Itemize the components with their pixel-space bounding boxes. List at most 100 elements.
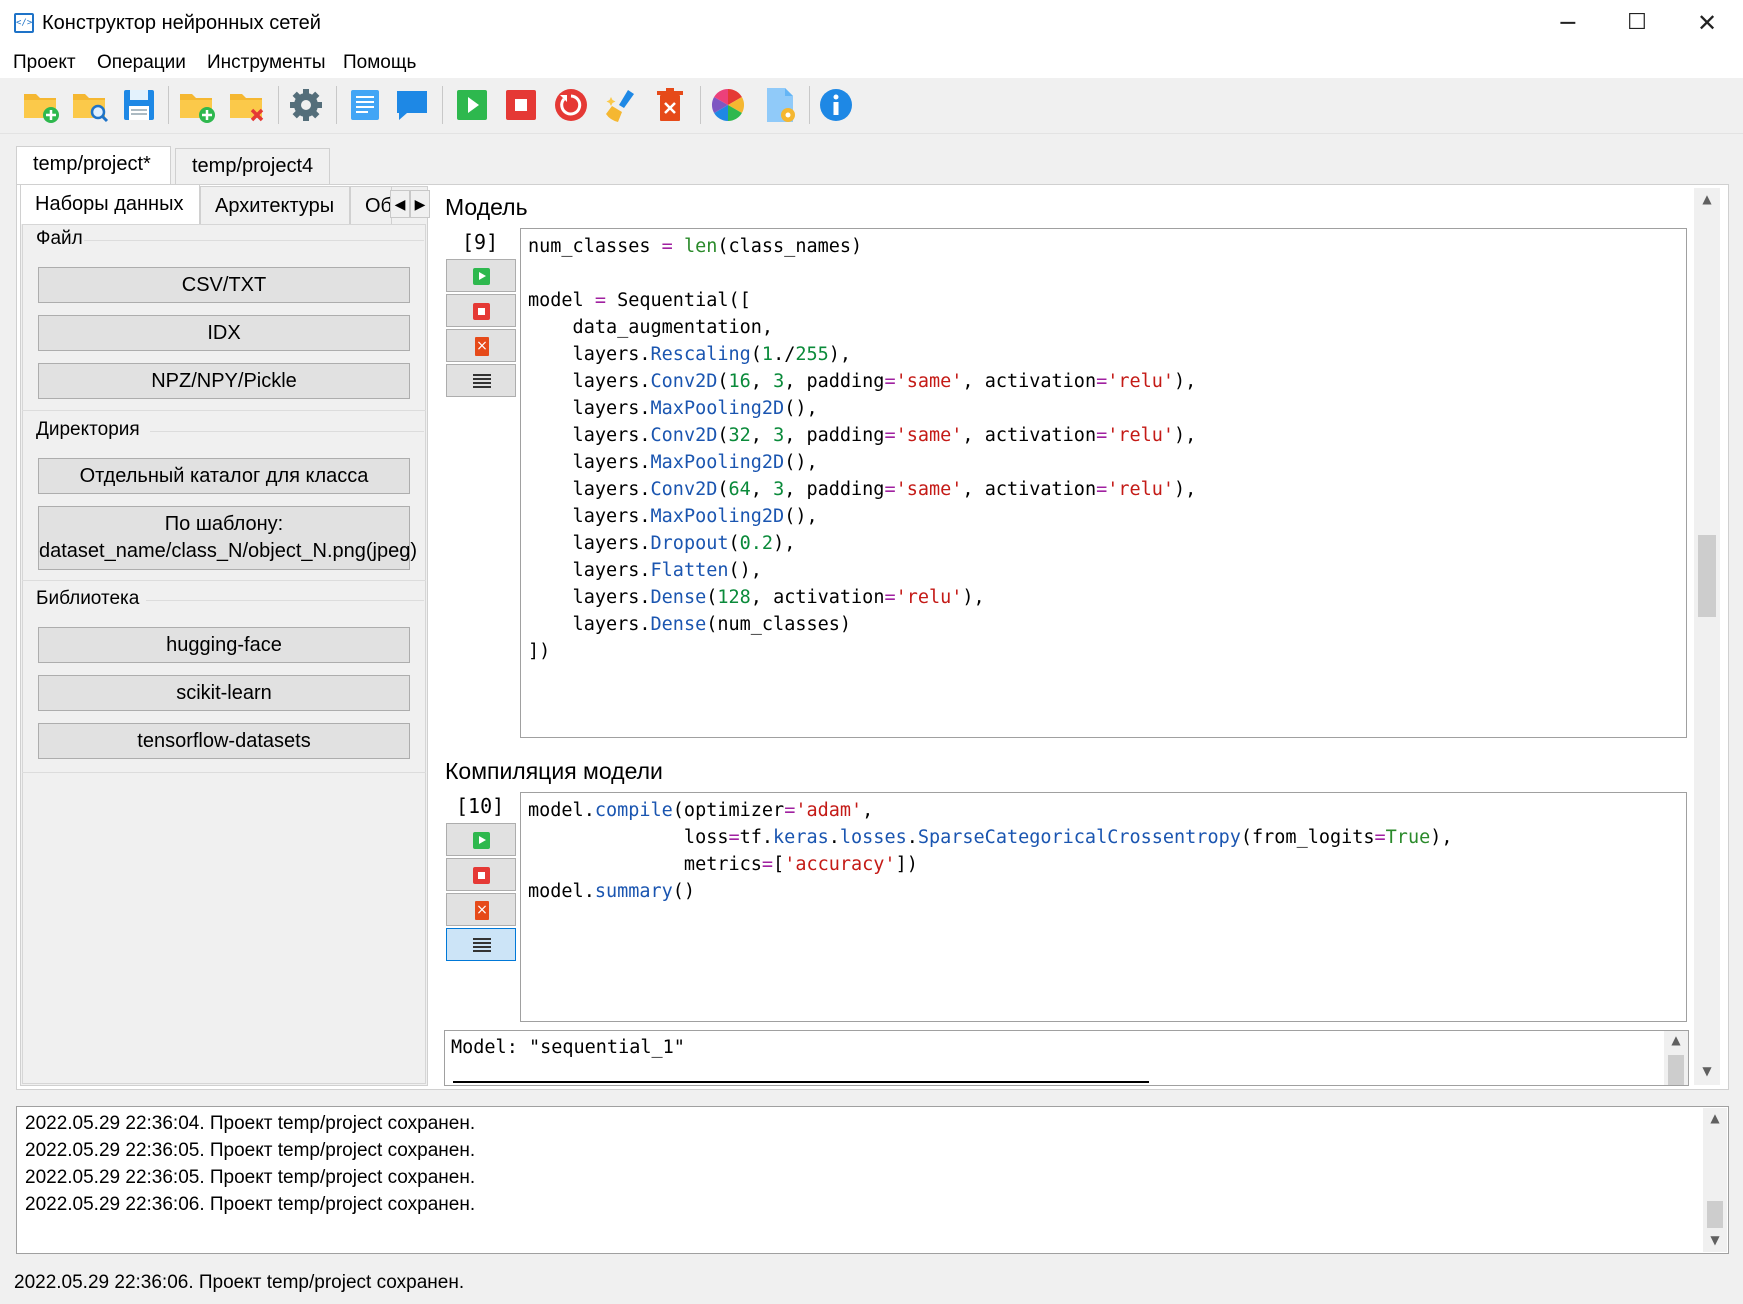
scroll-thumb[interactable]: [1707, 1201, 1723, 1228]
toolbar: [0, 78, 1743, 134]
notebook-scrollbar[interactable]: ▲ ▼: [1694, 188, 1720, 1085]
menu-project[interactable]: Проект: [13, 52, 76, 74]
tab-architectures[interactable]: Архитектуры: [200, 186, 350, 224]
delete-cell-button[interactable]: [446, 893, 516, 926]
tab-scroll-right-button[interactable]: ▶: [410, 190, 430, 218]
delete-folder-icon[interactable]: [228, 86, 266, 124]
list-icon: [473, 374, 491, 389]
scroll-up-arrow-icon[interactable]: ▲: [1664, 1033, 1688, 1047]
status-bar: 2022.05.29 22:36:06. Проект temp/project…: [0, 1262, 1743, 1304]
idx-button[interactable]: IDX: [38, 315, 410, 351]
stop-cell-button[interactable]: [446, 858, 516, 891]
csv-txt-button[interactable]: CSV/TXT: [38, 267, 410, 303]
tab-partial[interactable]: Об: [350, 186, 392, 224]
comment-icon[interactable]: [393, 86, 431, 124]
info-icon[interactable]: [817, 86, 855, 124]
maximize-button[interactable]: ☐: [1602, 0, 1672, 46]
run-cell-button[interactable]: [446, 259, 516, 292]
scroll-thumb[interactable]: [1698, 535, 1716, 617]
log-line: 2022.05.29 22:36:05. Проект temp/project…: [25, 1140, 476, 1161]
app-code-icon: </>: [14, 13, 34, 33]
template-button-line-2: dataset_name/class_N/object_N.png(jpeg): [39, 540, 417, 562]
log-line: 2022.05.29 22:36:04. Проект temp/project…: [25, 1113, 476, 1134]
code-text-2: model.compile(optimizer='adam', loss=tf.…: [528, 797, 1453, 905]
stop-icon: [473, 303, 490, 320]
code-line: num_classes = len(class_names): [528, 236, 863, 257]
npz-npy-pickle-button[interactable]: NPZ/NPY/Pickle: [38, 363, 410, 399]
code-line: loss=tf.keras.losses.SparseCategoricalCr…: [528, 827, 1453, 848]
tab-project-temp-project4[interactable]: temp/project4: [175, 148, 330, 184]
menu-help[interactable]: Помощь: [343, 52, 416, 74]
toolbar-separator: [168, 86, 169, 124]
close-button[interactable]: ✕: [1672, 0, 1742, 46]
minimize-button[interactable]: ─: [1533, 0, 1603, 46]
code-line: layers.MaxPooling2D(),: [528, 452, 818, 473]
toolbar-separator: [442, 86, 443, 124]
stop-cell-button[interactable]: [446, 294, 516, 327]
code-line: layers.Dense(num_classes): [528, 614, 852, 635]
tab-datasets[interactable]: Наборы данных: [20, 184, 200, 224]
scroll-down-arrow-icon[interactable]: ▼: [1694, 1064, 1720, 1078]
toggle-output-button[interactable]: [446, 928, 516, 961]
toolbar-separator: [700, 86, 701, 124]
code-editor[interactable]: num_classes = len(class_names) model = S…: [520, 228, 1687, 738]
code-line: layers.Conv2D(16, 3, padding='same', act…: [528, 371, 1197, 392]
cell-title-compile: Компиляция модели: [445, 758, 663, 784]
log-line: 2022.05.29 22:36:06. Проект temp/project…: [25, 1194, 476, 1215]
hugging-face-button[interactable]: hugging-face: [38, 627, 410, 663]
delete-icon[interactable]: [651, 86, 689, 124]
play-icon: [473, 832, 490, 849]
log-panel[interactable]: 2022.05.29 22:36:04. Проект temp/project…: [16, 1106, 1729, 1254]
code-line: layers.Conv2D(32, 3, padding='same', act…: [528, 425, 1197, 446]
scroll-up-arrow-icon[interactable]: ▲: [1703, 1111, 1727, 1125]
log-scrollbar[interactable]: ▲ ▼: [1703, 1108, 1727, 1252]
save-icon[interactable]: [120, 86, 158, 124]
group-title-file: Файл: [36, 228, 83, 249]
tab-scroll-left-button[interactable]: ◀: [390, 190, 410, 218]
menu-operations[interactable]: Операции: [97, 52, 186, 74]
run-icon[interactable]: [453, 86, 491, 124]
run-cell-button[interactable]: [446, 823, 516, 856]
group-divider: [22, 772, 426, 773]
group-divider: [22, 580, 426, 581]
code-text: num_classes = len(class_names) model = S…: [528, 233, 1196, 665]
separate-class-folder-button[interactable]: Отдельный каталог для класса: [38, 458, 410, 494]
file-settings-icon[interactable]: [761, 86, 799, 124]
open-folder-icon[interactable]: [71, 86, 109, 124]
trash-icon: [475, 337, 489, 356]
scroll-up-arrow-icon[interactable]: ▲: [1694, 192, 1720, 206]
scroll-thumb[interactable]: [1668, 1055, 1684, 1085]
document-icon[interactable]: [346, 86, 384, 124]
new-folder-icon[interactable]: [22, 86, 60, 124]
status-text: 2022.05.29 22:36:06. Проект temp/project…: [14, 1272, 465, 1293]
group-divider: [146, 600, 424, 601]
settings-gear-icon[interactable]: [287, 86, 325, 124]
color-palette-icon[interactable]: [709, 86, 747, 124]
clean-brush-icon[interactable]: [602, 86, 640, 124]
code-line: data_augmentation,: [528, 317, 774, 338]
tab-project-temp-project[interactable]: temp/project*: [16, 146, 171, 186]
scikit-learn-button[interactable]: scikit-learn: [38, 675, 410, 711]
log-line: 2022.05.29 22:36:05. Проект temp/project…: [25, 1167, 476, 1188]
stop-icon[interactable]: [502, 86, 540, 124]
delete-cell-button[interactable]: [446, 329, 516, 362]
tensorflow-datasets-button[interactable]: tensorflow-datasets: [38, 723, 410, 759]
add-folder-icon[interactable]: [178, 86, 216, 124]
code-line: model = Sequential([: [528, 290, 751, 311]
cell-title-model: Модель: [445, 194, 528, 220]
toggle-output-button[interactable]: [446, 364, 516, 397]
toolbar-separator: [278, 86, 279, 124]
cell-number: [10]: [456, 794, 505, 818]
code-editor[interactable]: model.compile(optimizer='adam', loss=tf.…: [520, 792, 1687, 1022]
code-line: layers.Flatten(),: [528, 560, 762, 581]
title-bar: </> Конструктор нейронных сетей ─ ☐ ✕: [0, 0, 1743, 46]
cell-output[interactable]: Model: "sequential_1": [444, 1030, 1689, 1086]
group-title-library: Библиотека: [36, 588, 140, 609]
restart-icon[interactable]: [552, 86, 590, 124]
template-pattern-button[interactable]: По шаблону: dataset_name/class_N/object_…: [38, 506, 417, 570]
menu-tools[interactable]: Инструменты: [207, 52, 325, 74]
scroll-down-arrow-icon[interactable]: ▼: [1703, 1233, 1727, 1247]
output-scrollbar[interactable]: ▲: [1664, 1031, 1688, 1085]
toolbar-separator: [809, 86, 810, 124]
